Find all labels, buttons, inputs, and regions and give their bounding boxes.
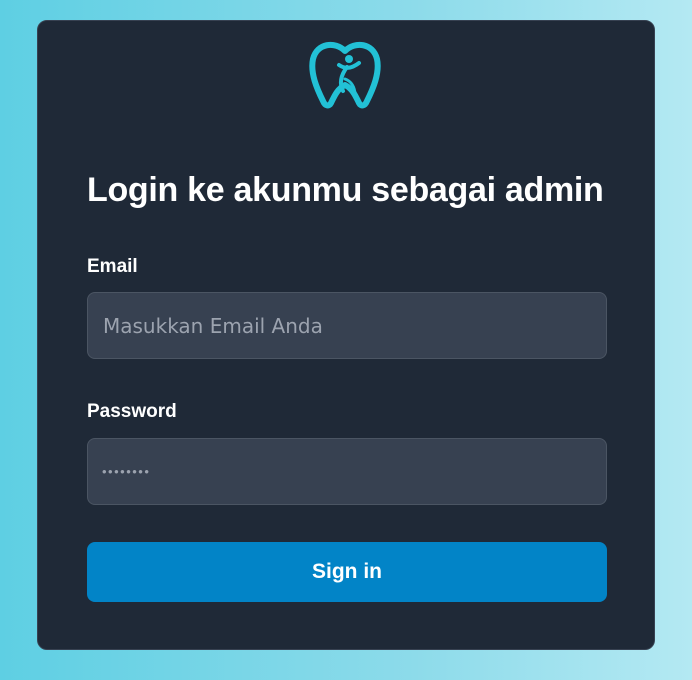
email-field[interactable] [87,292,607,359]
page-title: Login ke akunmu sebagai admin [87,171,604,209]
login-card: Login ke akunmu sebagai admin Email Pass… [37,20,655,650]
sign-in-button[interactable]: Sign in [87,542,607,602]
password-field[interactable] [87,438,607,505]
tooth-person-icon [309,41,381,109]
password-label: Password [87,401,177,422]
email-label: Email [87,256,138,277]
